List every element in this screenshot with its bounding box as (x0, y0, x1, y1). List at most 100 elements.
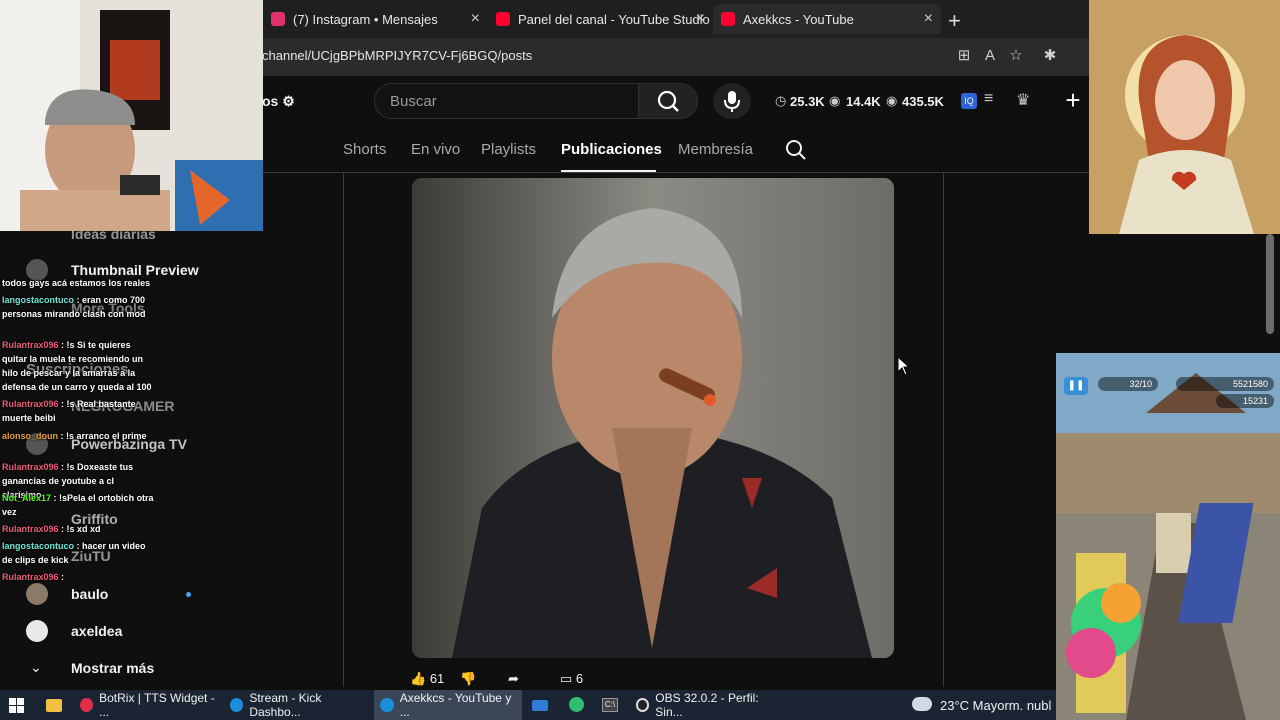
create-button[interactable]: + (1058, 86, 1088, 116)
like-button[interactable]: 👍 61 (410, 671, 444, 687)
terminal-icon[interactable]: C:\ (602, 698, 618, 712)
channel-avatar (26, 620, 48, 642)
channel-search-button[interactable] (785, 139, 807, 166)
sidebar-show-more[interactable]: Mostrar más (71, 660, 154, 676)
tabs-divider (262, 172, 1090, 173)
page-scrollbar[interactable] (1266, 234, 1274, 334)
chat-message: todos gays acá estamos los reales (2, 276, 154, 290)
share-button[interactable]: ➦ (508, 671, 519, 687)
close-icon[interactable]: × (471, 10, 480, 28)
sidebar-item-channel[interactable]: axeldea (71, 623, 122, 639)
extensions-icon[interactable]: ✱ (1040, 46, 1060, 66)
botrix-icon (80, 698, 94, 712)
taskbar-item-botrix[interactable]: BotRix | TTS Widget - ... (74, 690, 220, 720)
app-install-icon[interactable]: ⊞ (954, 46, 974, 66)
read-aloud-icon[interactable]: A (980, 46, 1000, 66)
chat-message: langostacontuco : eran como 700 personas… (2, 293, 154, 321)
chat-text: : !s xd xd (61, 524, 101, 534)
chat-user: Not_Alex17 (2, 493, 52, 503)
live-dot (186, 592, 191, 597)
chat-user: Rulantrax096 (2, 572, 59, 582)
like-count: 61 (429, 671, 445, 686)
tab-instagram[interactable]: (7) Instagram • Mensajes × (263, 4, 488, 34)
taskbar-item-kick[interactable]: Stream - Kick Dashbo... (224, 690, 370, 720)
obs-icon (636, 698, 650, 712)
comments-button[interactable]: ▭ 6 (560, 671, 583, 687)
pause-button[interactable]: ❚❚ (1064, 377, 1088, 395)
subway-surfers-scene (1056, 353, 1280, 720)
chat-user: Rulantrax096 (2, 399, 59, 409)
chat-message: Rulantrax096 : !s Si te quieres quitar l… (2, 338, 154, 394)
taskbar-label: OBS 32.0.2 - Perfil: Sin... (655, 691, 759, 719)
eye-icon: ◉ (886, 93, 898, 108)
dislike-button[interactable]: 👎 (460, 671, 476, 687)
taskbar-label: Stream - Kick Dashbo... (249, 691, 322, 719)
tab-shorts[interactable]: Shorts (343, 141, 386, 158)
sliders-icon[interactable]: ⚙ (282, 93, 295, 109)
game-overlay: ❚❚ 32/10 5521580 15231 (1056, 353, 1280, 720)
taskbar-item-youtube[interactable]: Axekkcs - YouTube y ... (374, 690, 522, 720)
menu-list-icon[interactable]: ≡ (984, 90, 993, 108)
voice-search-button[interactable] (713, 83, 751, 119)
close-icon[interactable]: × (924, 10, 933, 28)
taskbar-item-obs[interactable]: OBS 32.0.2 - Perfil: Sin... (630, 690, 780, 720)
sidebar-item-channel[interactable]: baulo (71, 586, 108, 602)
weather-icon[interactable] (912, 697, 932, 711)
chat-user: Rulantrax096 (2, 524, 59, 534)
clock-icon: ◷ (775, 93, 787, 108)
post-image[interactable] (412, 178, 894, 658)
thumbs-down-icon: 👎 (460, 671, 477, 686)
column-border-left (343, 172, 344, 687)
column-border-right (943, 172, 944, 687)
edge-icon (230, 698, 244, 712)
favorite-star-icon[interactable]: ☆ (1006, 46, 1026, 66)
mail-icon[interactable] (532, 700, 548, 711)
saint-portrait (1089, 0, 1280, 234)
chevron-down-icon[interactable]: ⌄ (30, 659, 42, 676)
tab-live[interactable]: En vivo (411, 141, 460, 158)
windows-start-icon[interactable] (9, 698, 24, 713)
stat-views-total: 435.5K (902, 94, 944, 109)
score-counter: 5521580 (1176, 377, 1274, 391)
file-explorer-icon[interactable] (46, 699, 62, 712)
taskbar-label: BotRix | TTS Widget - ... (99, 691, 215, 719)
comment-icon: ▭ (560, 671, 573, 686)
vidiq-icon[interactable]: IQ (961, 93, 977, 109)
chat-message: Rulantrax096 : !s Real bastante muerte b… (2, 397, 154, 425)
chat-text: : !s arranco el prime (60, 431, 147, 441)
new-tab-button[interactable]: + (948, 8, 961, 34)
tab-label: Panel del canal - YouTube Studio (518, 11, 710, 27)
tab-youtube-channel[interactable]: Axekkcs - YouTube × (713, 4, 941, 34)
chat-user: alonso_doun (2, 431, 58, 441)
app-icon[interactable] (569, 697, 584, 712)
sidebar-fragment: os ⚙ (262, 93, 295, 110)
taskbar-label: Axekkcs - YouTube y ... (399, 691, 512, 719)
chat-user: langostacontuco (2, 295, 75, 305)
url-text[interactable]: channel/UCjgBPbMRPIJYR7CV-Fj6BGQ/posts (262, 48, 532, 63)
chat-user: Rulantrax096 (2, 340, 59, 350)
search-placeholder: Buscar (390, 93, 437, 110)
tab-youtube-studio[interactable]: Panel del canal - YouTube Studio × (488, 4, 713, 34)
microphone-icon (724, 91, 740, 112)
decorative-portrait (1089, 0, 1280, 234)
tab-label: (7) Instagram • Mensajes (293, 11, 438, 27)
close-icon[interactable]: × (696, 10, 705, 28)
chat-text: : (61, 572, 65, 582)
fragment-text: os (262, 93, 279, 109)
tab-membership[interactable]: Membresía (678, 141, 753, 158)
tab-posts[interactable]: Publicaciones (561, 141, 662, 158)
multiplier-counter: 32/10 (1098, 377, 1158, 391)
chat-user: langostacontuco (2, 541, 75, 551)
tab-label: Axekkcs - YouTube (743, 11, 854, 27)
comment-count: 6 (575, 671, 584, 686)
search-button[interactable] (638, 83, 698, 119)
trophy-icon[interactable]: ♛ (1016, 90, 1030, 110)
webcam-feed (0, 0, 263, 231)
eye-icon: ◉ (829, 93, 841, 108)
instagram-icon (271, 12, 285, 26)
search-icon (657, 90, 679, 112)
tab-playlists[interactable]: Playlists (481, 141, 536, 158)
weather-text[interactable]: 23°C Mayorm. nubl (940, 698, 1051, 713)
portrait-photo (412, 178, 894, 658)
stat-watch-hours: 25.3K (790, 94, 825, 109)
